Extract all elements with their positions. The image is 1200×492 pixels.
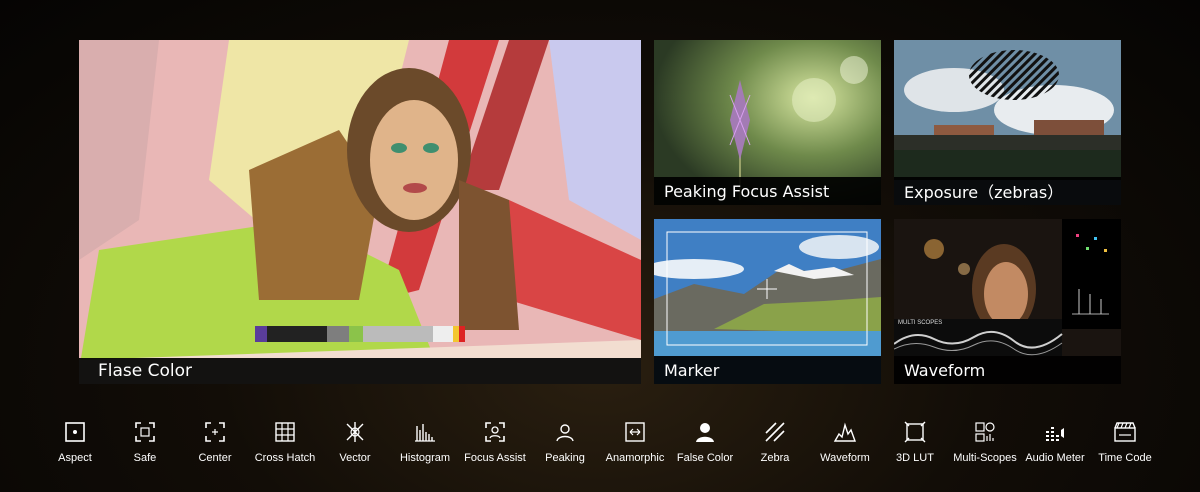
tool-focus-assist[interactable]: Focus Assist <box>460 420 530 472</box>
tool-peaking-label: Peaking <box>545 452 585 464</box>
zebra-icon <box>765 422 785 442</box>
tool-multi-scopes[interactable]: Multi-Scopes <box>950 420 1020 472</box>
tool-aspect-label: Aspect <box>58 452 92 464</box>
tool-histogram-label: Histogram <box>399 452 451 464</box>
tool-audio-meter[interactable]: Audio Meter <box>1020 420 1090 472</box>
vector-icon <box>346 422 364 442</box>
peaking-icon <box>556 424 574 442</box>
false-color-image <box>79 40 641 384</box>
tool-cross-hatch[interactable]: Cross Hatch <box>250 420 320 472</box>
tool-focus-assist-label: Focus Assist <box>464 452 526 464</box>
multi-scopes-overlay-label: MULTI SCOPES <box>898 320 943 326</box>
tool-zebra[interactable]: Zebra <box>740 420 810 472</box>
false-color-caption: Flase Color <box>79 358 641 384</box>
tool-peaking[interactable]: Peaking <box>530 420 600 472</box>
tool-vector[interactable]: Vector <box>320 420 390 472</box>
tool-cross-hatch-label: Cross Hatch <box>254 452 316 464</box>
tool-vector-label: Vector <box>339 452 371 464</box>
tool-audio-meter-label: Audio Meter <box>1025 452 1085 464</box>
multi-scopes-icon <box>975 422 995 442</box>
marker-panel: Marker <box>654 219 881 384</box>
aspect-icon <box>65 422 85 442</box>
tool-zebra-label: Zebra <box>760 452 790 464</box>
tool-safe-label: Safe <box>133 452 157 464</box>
tool-anamorphic[interactable]: Anamorphic <box>600 420 670 472</box>
exposure-caption: Exposure（zebras） <box>894 177 1121 205</box>
anamorphic-icon <box>625 422 645 442</box>
tool-center[interactable]: Center <box>180 420 250 472</box>
waveform-caption: Waveform <box>894 356 1121 384</box>
tool-time-code-label: Time Code <box>1098 452 1152 464</box>
tool-3d-lut[interactable]: 3D LUT <box>880 420 950 472</box>
tool-false-color-label: False Color <box>676 452 734 464</box>
tool-center-label: Center <box>198 452 232 464</box>
peaking-caption: Peaking Focus Assist <box>654 177 881 205</box>
marker-caption: Marker <box>654 356 881 384</box>
cross-hatch-icon <box>275 422 295 442</box>
tools-toolbar: Aspect Safe Center Cross Hatch Vector Hi… <box>40 420 1160 472</box>
tool-anamorphic-label: Anamorphic <box>605 452 665 464</box>
focus-assist-icon <box>485 422 505 442</box>
time-code-icon <box>1114 422 1136 442</box>
tool-3d-lut-label: 3D LUT <box>896 452 934 464</box>
histogram-icon <box>415 424 435 442</box>
peaking-panel: Peaking Focus Assist <box>654 40 881 205</box>
exposure-panel: Exposure（zebras） <box>894 40 1121 205</box>
tool-waveform-label: Waveform <box>820 452 870 464</box>
tool-waveform[interactable]: Waveform <box>810 420 880 472</box>
safe-icon <box>135 422 155 442</box>
tool-histogram[interactable]: Histogram <box>390 420 460 472</box>
audio-meter-icon <box>1046 427 1064 441</box>
false-color-panel: Flase Color <box>79 40 641 384</box>
center-icon <box>205 422 225 442</box>
false-color-icon <box>696 423 714 442</box>
tool-aspect[interactable]: Aspect <box>40 420 110 472</box>
tool-false-color[interactable]: False Color <box>670 420 740 472</box>
waveform-panel: MULTI SCOPES Waveform <box>894 219 1121 384</box>
tool-safe[interactable]: Safe <box>110 420 180 472</box>
waveform-icon <box>833 422 856 442</box>
tool-multi-scopes-label: Multi-Scopes <box>953 452 1017 464</box>
3d-lut-icon <box>904 421 926 443</box>
tool-time-code[interactable]: Time Code <box>1090 420 1160 472</box>
